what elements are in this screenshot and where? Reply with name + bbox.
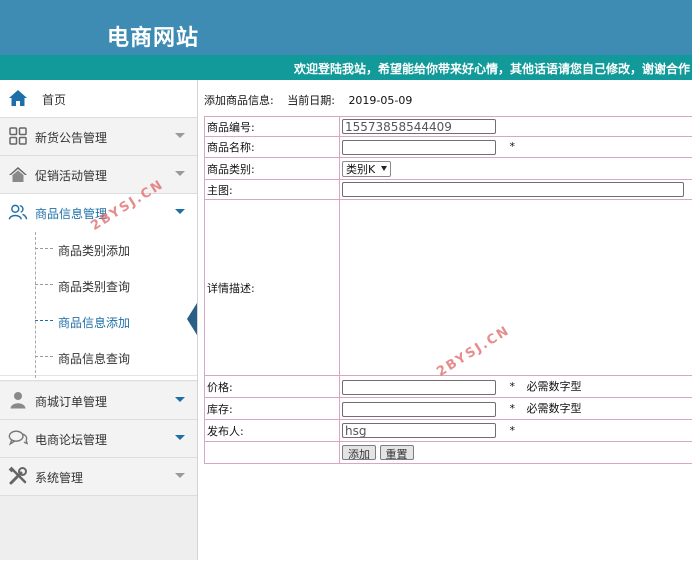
chevron-down-icon (175, 473, 185, 478)
current-date-label: 当前日期: (287, 94, 335, 107)
submenu-item-category-add[interactable]: 商品类别添加 (0, 231, 197, 268)
form-label-name: 商品名称: (204, 136, 340, 158)
required-mark: * (509, 402, 516, 416)
submenu-item-label: 商品信息查询 (58, 352, 131, 366)
chevron-down-icon (175, 435, 185, 440)
form-label-stock: 库存: (204, 397, 340, 420)
active-item-marker (187, 303, 197, 335)
chevron-down-icon (175, 171, 185, 176)
sidebar-item-system[interactable]: 系统管理 (0, 458, 197, 496)
site-header: 电商网站 (0, 0, 692, 55)
main-image-input[interactable] (342, 182, 684, 197)
sidebar-item-label: 促销活动管理 (35, 169, 108, 183)
page-heading: 添加商品信息: 当前日期: 2019-05-09 (204, 92, 412, 108)
sidebar-item-forum[interactable]: 电商论坛管理 (0, 420, 197, 458)
welcome-marquee-text: 欢迎登陆我站，希望能给你带来好心情，其他话语请您自己修改，谢谢合作！ (294, 62, 692, 76)
publisher-input[interactable] (342, 423, 496, 438)
current-date-value: 2019-05-09 (348, 94, 413, 107)
reset-button[interactable]: 重置 (379, 445, 414, 461)
submenu-item-category-query[interactable]: 商品类别查询 (0, 267, 197, 304)
home-icon (8, 88, 28, 108)
submenu-tree-line (35, 232, 36, 378)
form-cell-price: * 必需数字型 (339, 375, 692, 398)
product-add-form: 商品编号: 商品名称: * 商品类别: 类别K 主图: 详情描述: 价格: (204, 116, 692, 464)
form-cell-image (339, 179, 692, 200)
sidebar-item-label: 首页 (42, 93, 67, 107)
page-title: 添加商品信息: (204, 94, 274, 107)
submenu-item-label: 商品类别查询 (58, 280, 131, 294)
stock-input[interactable] (342, 401, 496, 417)
welcome-marquee-bar: 欢迎登陆我站，希望能给你带来好心情，其他话语请您自己修改，谢谢合作！ (0, 55, 692, 80)
sidebar-item-new-goods-notice[interactable]: 新货公告管理 (0, 118, 197, 156)
form-label-code: 商品编号: (204, 116, 340, 137)
form-cell-category: 类别K (339, 157, 692, 180)
submenu-item-label: 商品信息添加 (58, 316, 131, 330)
form-label-image: 主图: (204, 179, 340, 200)
chevron-down-icon (175, 133, 185, 138)
form-label-publisher: 发布人: (204, 419, 340, 442)
sidebar-item-label: 商城订单管理 (35, 395, 108, 409)
chevron-down-icon (175, 397, 185, 402)
form-cell-stock: * 必需数字型 (339, 397, 692, 420)
sidebar-item-label: 系统管理 (35, 471, 84, 485)
user-icon (8, 390, 28, 410)
price-input[interactable] (342, 379, 496, 395)
add-button[interactable]: 添加 (342, 445, 376, 461)
submenu-item-product-query[interactable]: 商品信息查询 (0, 339, 197, 376)
sidebar-item-orders[interactable]: 商城订单管理 (0, 382, 197, 420)
tools-icon (8, 466, 28, 486)
form-cell-actions: 添加 重置 (339, 441, 692, 464)
product-name-input[interactable] (342, 139, 496, 155)
sidebar-item-promotion[interactable]: 促销活动管理 (0, 156, 197, 194)
chevron-down-icon (175, 209, 185, 214)
chat-icon (8, 428, 28, 448)
required-mark: * (509, 140, 516, 153)
detail-description-editor[interactable] (339, 199, 692, 376)
form-cell-empty (204, 441, 340, 464)
category-select[interactable]: 类别K (342, 160, 392, 177)
numeric-hint: 必需数字型 (526, 380, 582, 394)
category-select-value: 类别K (346, 162, 376, 176)
required-mark: * (509, 423, 516, 437)
form-label-price: 价格: (204, 375, 340, 398)
submenu-item-product-add[interactable]: 商品信息添加 (0, 303, 197, 340)
numeric-hint: 必需数字型 (526, 402, 582, 416)
grid-icon (8, 126, 28, 146)
product-code-input[interactable] (342, 119, 496, 134)
form-cell-name: * (339, 136, 692, 158)
submenu-item-label: 商品类别添加 (58, 244, 131, 258)
site-title: 电商网站 (107, 25, 200, 51)
sidebar-item-label: 新货公告管理 (35, 131, 108, 145)
users-icon (8, 202, 28, 222)
home-outline-icon (8, 164, 28, 184)
required-mark: * (509, 380, 516, 394)
form-label-detail: 详情描述: (204, 199, 340, 376)
dropdown-arrow-icon (381, 166, 388, 171)
sidebar-item-home[interactable]: 首页 (0, 80, 197, 118)
form-cell-code (339, 116, 692, 137)
form-cell-publisher: * (339, 419, 692, 442)
sidebar-item-label: 电商论坛管理 (35, 433, 108, 447)
form-label-category: 商品类别: (204, 157, 340, 180)
